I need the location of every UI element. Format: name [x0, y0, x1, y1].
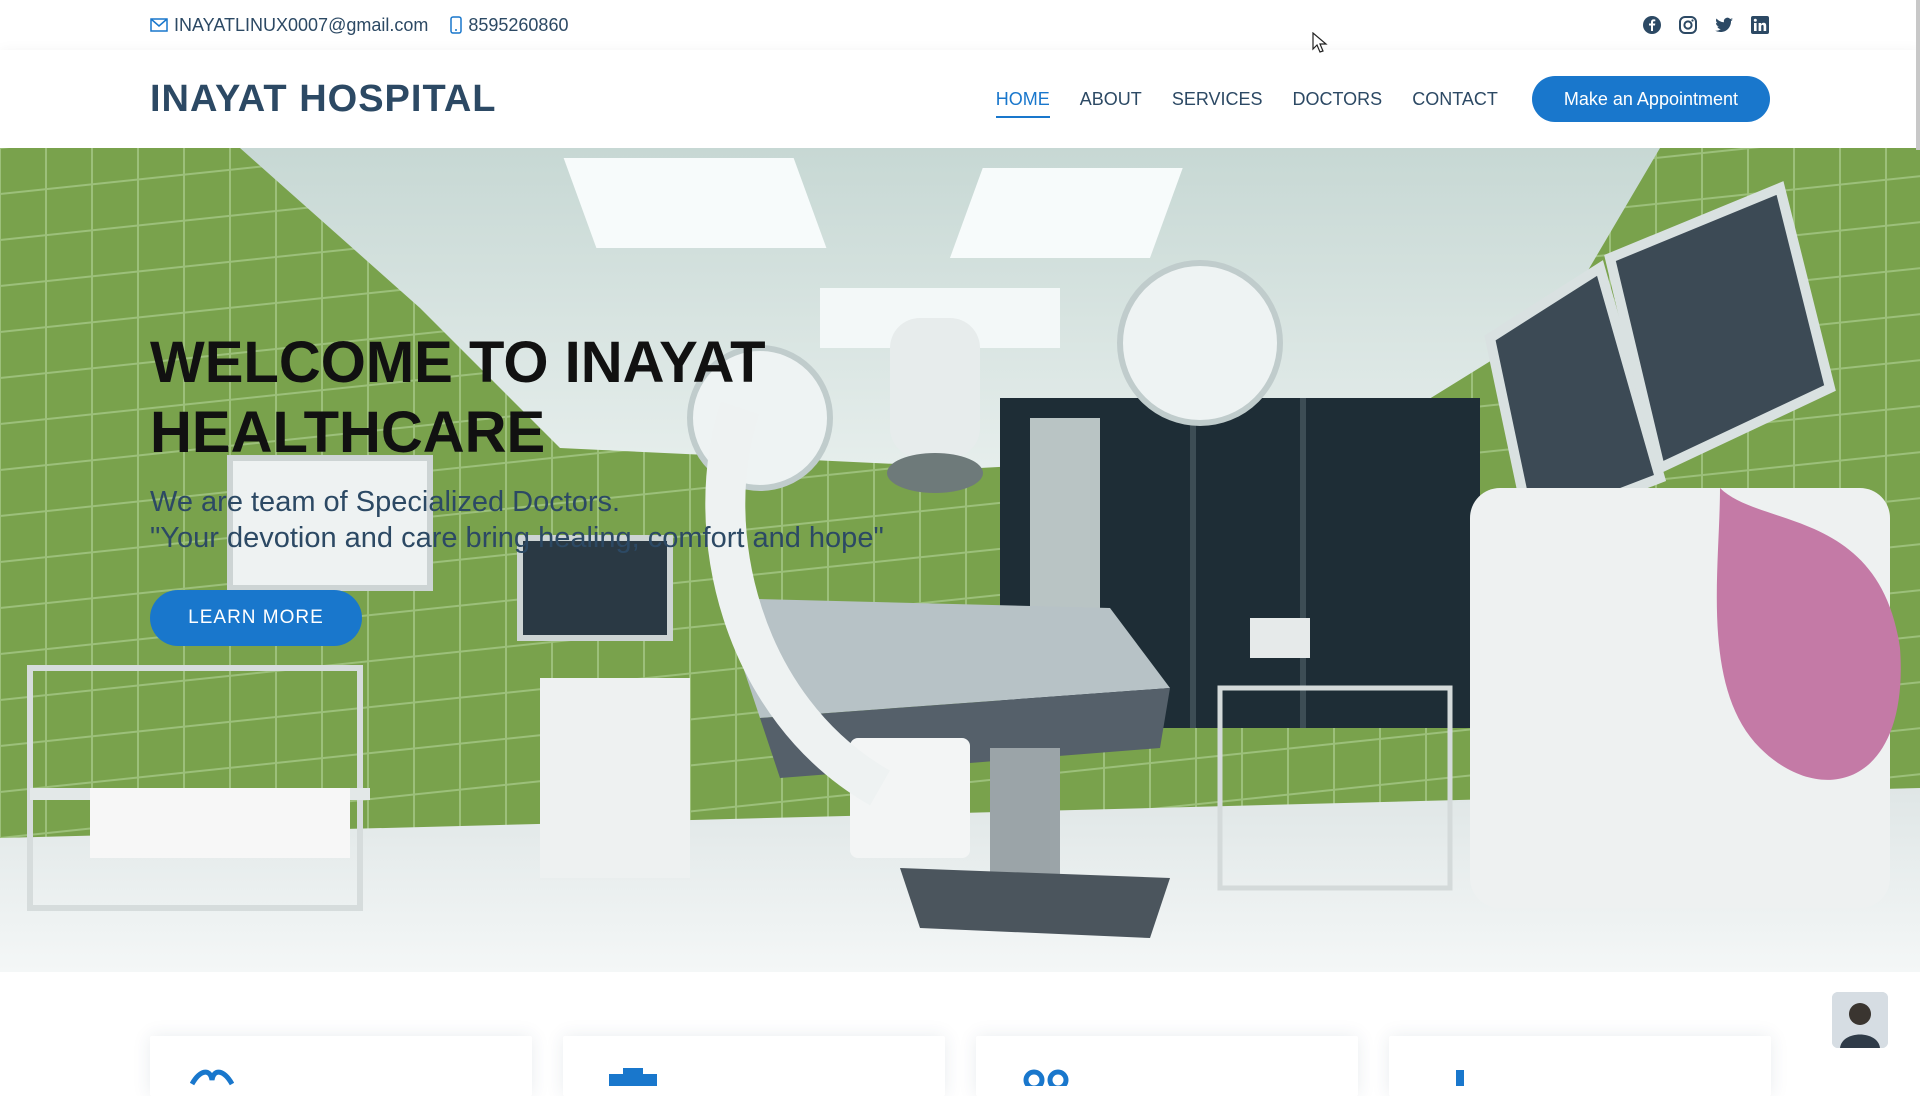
mouse-cursor-icon — [1312, 32, 1328, 53]
email-text: INAYATLINUX0007@gmail.com — [174, 14, 429, 35]
hero-subtitle-line-2: "Your devotion and care bring healing, c… — [150, 522, 884, 554]
site-header: INAYAT HOSPITAL HOME ABOUT SERVICES DOCT… — [0, 50, 1920, 148]
linkedin-icon[interactable] — [1750, 15, 1770, 35]
facebook-icon[interactable] — [1642, 15, 1662, 35]
nav-about[interactable]: ABOUT — [1080, 81, 1142, 118]
feature-card-3[interactable] — [976, 1036, 1358, 1096]
hospital-icon — [609, 1068, 657, 1086]
nav-contact[interactable]: CONTACT — [1412, 81, 1498, 118]
feature-card-1[interactable] — [150, 1036, 532, 1096]
phone-item[interactable]: 8595260860 — [450, 15, 568, 36]
users-icon — [1023, 1069, 1069, 1086]
nav-home[interactable]: HOME — [995, 81, 1050, 118]
phone-text: 8595260860 — [468, 14, 569, 35]
hero-title: WELCOME TO INAYAT HEALTHCARE — [150, 330, 766, 465]
feature-card-4[interactable] — [1389, 1036, 1771, 1096]
hero-content: WELCOME TO INAYAT HEALTHCARE We are team… — [150, 328, 884, 646]
feature-card-2[interactable] — [563, 1036, 945, 1096]
social-links — [1626, 0, 1770, 50]
main-nav: HOME ABOUT SERVICES DOCTORS CONTACT Make… — [966, 50, 1770, 148]
hero-subtitle-line-1: We are team of Specialized Doctors. — [150, 486, 621, 518]
contact-info: INAYATLINUX0007@gmail.com 8595260860 — [150, 0, 590, 50]
doctor-icon — [1456, 1070, 1464, 1086]
chat-avatar[interactable] — [1832, 992, 1888, 1048]
heartbeat-icon — [190, 1069, 234, 1086]
nav-doctors[interactable]: DOCTORS — [1293, 81, 1383, 118]
hero-section: WELCOME TO INAYAT HEALTHCARE We are team… — [0, 148, 1920, 972]
envelope-icon — [150, 18, 168, 32]
page-scrollbar[interactable] — [1916, 0, 1920, 150]
make-appointment-button[interactable]: Make an Appointment — [1531, 76, 1770, 122]
site-logo[interactable]: INAYAT HOSPITAL — [150, 78, 497, 121]
hero-subtitle: We are team of Specialized Doctors. "You… — [150, 484, 884, 556]
email-item[interactable]: INAYATLINUX0007@gmail.com — [150, 15, 428, 36]
learn-more-button[interactable]: LEARN MORE — [150, 590, 362, 646]
avatar-image — [1832, 992, 1888, 1048]
top-bar: INAYATLINUX0007@gmail.com 8595260860 — [0, 0, 1920, 51]
twitter-icon[interactable] — [1714, 15, 1734, 35]
nav-services[interactable]: SERVICES — [1172, 81, 1263, 118]
phone-icon — [450, 16, 463, 34]
feature-cards — [150, 1036, 1771, 1096]
instagram-icon[interactable] — [1678, 15, 1698, 35]
